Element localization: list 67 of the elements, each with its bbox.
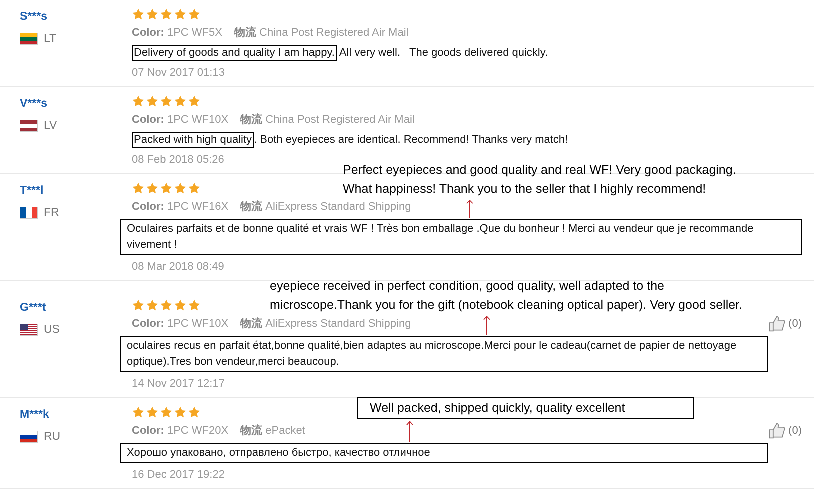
- shipping-method: 物流 China Post Registered Air Mail: [240, 113, 415, 127]
- reviewer-name[interactable]: M***k: [20, 409, 132, 421]
- color-option: Color: 1PC WF10X: [132, 113, 229, 127]
- arrow: [466, 200, 474, 218]
- review-text: Хорошо упаковано, отправлено быстро, качество отличное: [120, 443, 768, 463]
- translation-line: eyepiece received in perfect condition, good quality, well adapted to the: [270, 278, 664, 295]
- star-icon: [174, 299, 187, 312]
- review-date: 07 Nov 2017 01:13: [132, 66, 226, 80]
- star-icon: [174, 8, 187, 21]
- star-icon: [132, 182, 145, 195]
- country-code: LT: [44, 33, 57, 45]
- review-text: Packed with high quality . Both eyepieces are identical. Recommend! Thanks very match!: [132, 132, 570, 148]
- star-icon: [160, 406, 173, 419]
- like-count: (0): [788, 318, 802, 330]
- star-icon: [188, 299, 201, 312]
- shipping-method: 物流 China Post Registered Air Mail: [234, 26, 409, 40]
- shipping-method: 物流 AliExpress Standard Shipping: [240, 317, 412, 331]
- star-icon: [146, 406, 159, 419]
- arrow: [483, 316, 491, 335]
- country-code: FR: [44, 207, 60, 219]
- country-code: RU: [44, 431, 61, 443]
- star-icon: [146, 182, 159, 195]
- star-icon: [160, 182, 173, 195]
- color-option: Color: 1PC WF5X: [132, 26, 222, 40]
- shipping-method: 物流 ePacket: [240, 424, 306, 438]
- review-text: oculaires recus en parfait état,bonne qualité,bien adaptes au microscope.Merci pour le cadeau(carnet de papier de nettoyage optique).Tres bon vendeur,merci beaucoup.: [120, 336, 768, 372]
- star-icon: [132, 95, 145, 108]
- review-text: Oculaires parfaits et de bonne qualité et vrais WF ! Très bon emballage .Que du bonheur ! Merci au vendeur que je recommande vivement !: [120, 219, 802, 255]
- review-date: 08 Mar 2018 08:49: [132, 260, 226, 274]
- star-icon: [160, 8, 173, 21]
- star-icon: [146, 299, 159, 312]
- country-code: LV: [44, 120, 58, 132]
- review-date: 14 Nov 2017 12:17: [132, 377, 226, 391]
- translation-line: Perfect eyepieces and good quality and real WF! Very good packaging.: [343, 162, 736, 179]
- reviewer-name[interactable]: G***t: [20, 302, 132, 314]
- star-icon: [132, 406, 145, 419]
- star-icon: [174, 406, 187, 419]
- arrow: [406, 421, 414, 442]
- reviewer-name[interactable]: V***s: [20, 98, 132, 110]
- reviewer-name[interactable]: S***s: [20, 11, 132, 23]
- review-date: 16 Dec 2017 19:22: [132, 468, 226, 482]
- star-icon: [146, 95, 159, 108]
- translation-line: microscope.Thank you for the gift (notebook cleaning optical paper). Very good seller.: [270, 297, 742, 314]
- color-option: Color: 1PC WF10X: [132, 317, 229, 331]
- color-option: Color: 1PC WF20X: [132, 424, 229, 438]
- country-code: US: [44, 324, 60, 336]
- shipping-method: 物流 AliExpress Standard Shipping: [240, 200, 412, 214]
- star-icon: [188, 95, 201, 108]
- review-date: 08 Feb 2018 05:26: [132, 153, 226, 167]
- star-icon: [160, 299, 173, 312]
- star-icon: [132, 8, 145, 21]
- thumbs-up-icon[interactable]: [768, 315, 786, 333]
- translation-line: What happiness! Thank you to the seller that I highly recommend!: [343, 181, 706, 198]
- star-icon: [160, 95, 173, 108]
- star-icon: [188, 182, 201, 195]
- translation-note: Well packed, shipped quickly, quality excellent: [357, 397, 694, 419]
- review-text: Delivery of goods and quality I am happy. All very well. The goods delivered quickly.: [132, 45, 550, 61]
- thumbs-up-icon[interactable]: [768, 422, 786, 440]
- star-icon: [174, 182, 187, 195]
- color-option: Color: 1PC WF16X: [132, 200, 229, 214]
- star-icon: [188, 406, 201, 419]
- star-icon: [146, 8, 159, 21]
- reviewer-name[interactable]: T***l: [20, 185, 132, 197]
- star-icon: [188, 8, 201, 21]
- star-icon: [174, 95, 187, 108]
- like-count: (0): [788, 425, 802, 437]
- star-icon: [132, 299, 145, 312]
